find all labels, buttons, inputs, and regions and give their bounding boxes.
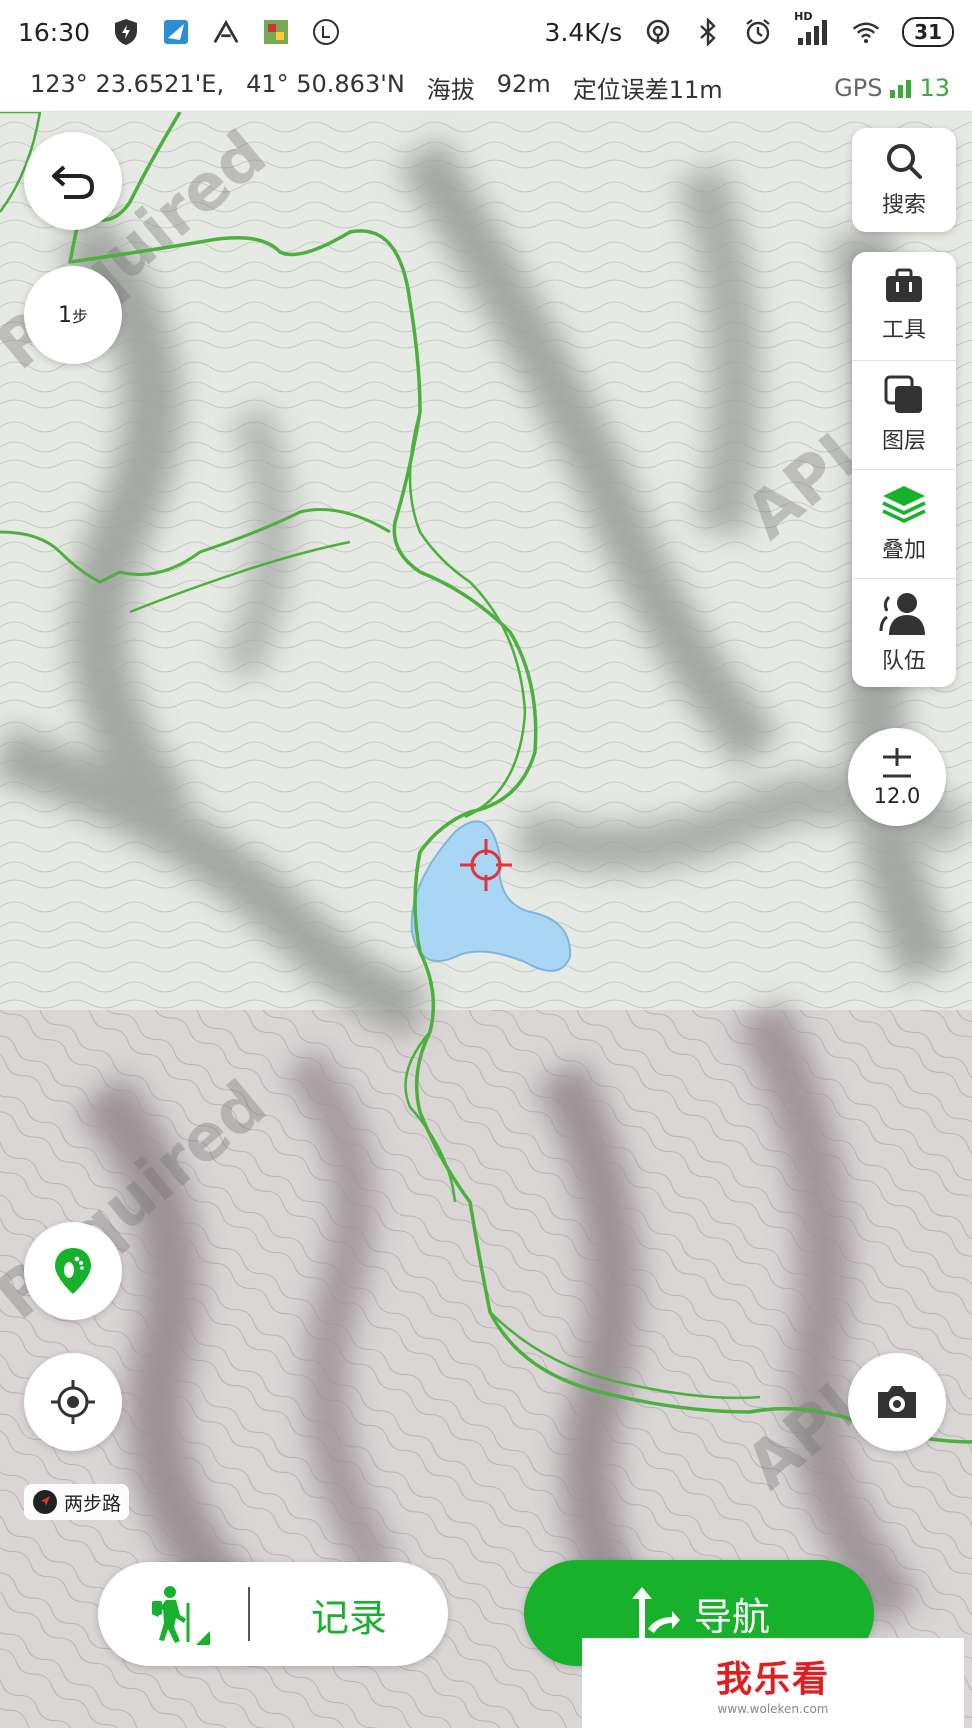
l-circle-icon [312, 18, 340, 46]
locate-button[interactable] [24, 1353, 122, 1451]
layers-icon [884, 375, 922, 413]
navigation-app-icon [212, 18, 240, 46]
undo-arrow-icon [52, 165, 95, 199]
shield-icon [112, 18, 140, 46]
team-icon [879, 593, 925, 635]
layers-label: 图层 [881, 429, 926, 454]
overlay-label: 叠加 [881, 538, 926, 563]
step-unit: 步 [71, 307, 88, 326]
search-button[interactable]: 搜索 [852, 128, 956, 232]
gps-status: GPS 13 [834, 73, 950, 102]
gps-satellite-count: 13 [919, 73, 950, 102]
zoom-control[interactable]: 12.0 [848, 728, 946, 826]
overlay-button[interactable]: 叠加 [852, 469, 956, 578]
gps-signal-icon [890, 78, 912, 98]
topographic-map[interactable]: Required API Required API [0, 112, 972, 1728]
record-label: 记录 [310, 1595, 387, 1640]
brand-tag-label: 两步路 [64, 1492, 122, 1515]
toolbox-icon [886, 268, 922, 302]
altitude-value: 92m [496, 70, 551, 98]
site-watermark-text: 我乐看 [715, 1659, 830, 1700]
footprint-icon [55, 1248, 91, 1294]
navigation-arrow-icon [631, 1587, 680, 1639]
network-speed: 3.4K/s [544, 17, 623, 47]
record-button[interactable]: 记录 [98, 1562, 448, 1666]
signal-icon: HD [794, 10, 830, 46]
site-watermark: 我乐看 www.woleken.com [582, 1638, 964, 1728]
compass-arrow-icon [33, 1490, 57, 1514]
zoom-level: 12.0 [873, 784, 921, 808]
alarm-icon [744, 18, 772, 46]
step-counter-button[interactable]: 1步 [24, 266, 122, 364]
team-button[interactable]: 队伍 [852, 578, 956, 687]
location-accuracy: 定位误差11m [572, 76, 723, 104]
app-notification-icon [162, 18, 190, 46]
status-bar: 16:30 3.4K/s HD 31 [0, 0, 972, 64]
navigate-label: 导航 [693, 1594, 770, 1639]
search-icon [887, 144, 922, 179]
longitude: 123° 23.6521'E, [30, 70, 225, 98]
status-time: 16:30 [18, 17, 91, 47]
footprint-button[interactable] [24, 1222, 122, 1320]
latitude: 41° 50.863'N [246, 70, 405, 98]
crosshair-icon [51, 1380, 95, 1424]
camera-icon [878, 1386, 916, 1418]
step-count: 1 [57, 302, 72, 328]
camera-button[interactable] [848, 1353, 946, 1451]
search-label: 搜索 [881, 193, 926, 218]
coordinate-bar: 123° 23.6521'E, 41° 50.863'N 海拔 92m 定位误差… [0, 64, 972, 112]
zoom-plus-minus-icon [883, 748, 911, 778]
tools-button[interactable]: 工具 [852, 252, 956, 360]
wifi-icon [852, 18, 880, 46]
team-label: 队伍 [881, 649, 926, 674]
battery-indicator: 31 [902, 17, 954, 47]
altitude-label: 海拔 [426, 76, 475, 104]
overlay-icon [882, 486, 926, 523]
brand-tag: 两步路 [24, 1484, 130, 1520]
tool-panel: 工具 图层 叠加 队伍 [852, 252, 956, 687]
game-app-icon [262, 18, 290, 46]
layers-button[interactable]: 图层 [852, 360, 956, 469]
hotspot-icon [644, 18, 672, 46]
undo-button[interactable] [24, 132, 122, 230]
site-watermark-url: www.woleken.com [717, 1702, 829, 1716]
tools-label: 工具 [881, 318, 926, 343]
hiker-icon [98, 1585, 248, 1645]
bluetooth-icon [694, 18, 722, 46]
